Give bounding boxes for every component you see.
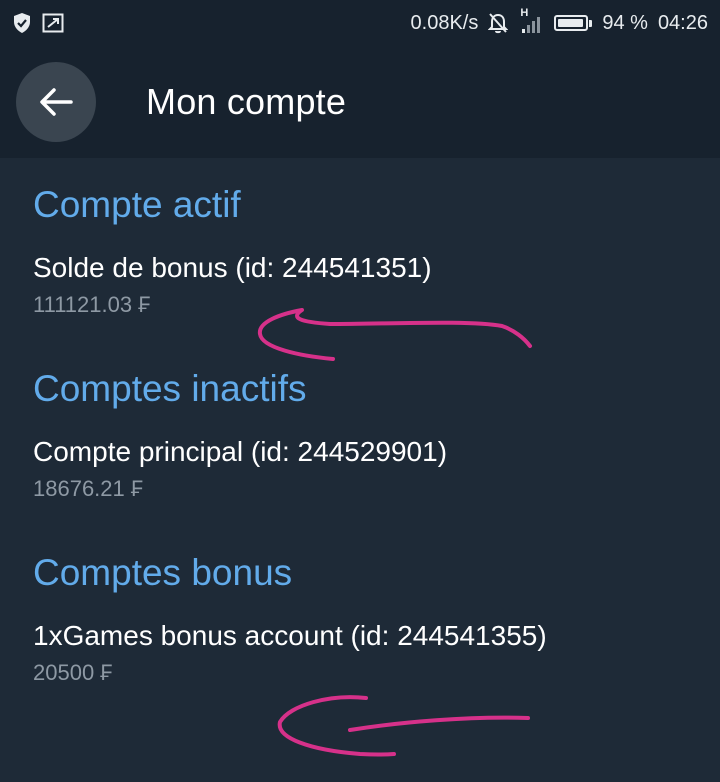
app-bar: Mon compte xyxy=(0,46,720,158)
account-balance: 18676.21 ₣ xyxy=(33,476,144,501)
bell-off-icon xyxy=(488,12,509,34)
section-heading-inactive: Comptes inactifs xyxy=(33,368,307,409)
battery-percent: 94 % xyxy=(602,11,648,34)
status-right: 0.08K/s H 94 % 04:26 xyxy=(410,7,708,35)
account-name: Solde de bonus (id: 244541351) xyxy=(33,252,432,283)
signal-icon: H xyxy=(518,7,544,35)
page-title: Mon compte xyxy=(146,81,347,122)
account-balance: 111121.03 ₣ xyxy=(33,292,151,317)
section-heading-active: Compte actif xyxy=(33,184,241,225)
network-type: H xyxy=(520,7,529,19)
battery-fill xyxy=(558,19,583,27)
account-item-1xgames-bonus[interactable]: 1xGames bonus account (id: 244541355) 20… xyxy=(33,622,547,684)
account-item-bonus-balance[interactable]: Solde de bonus (id: 244541351) 111121.03… xyxy=(33,254,432,316)
section-heading-bonus: Comptes bonus xyxy=(33,552,293,593)
account-name: Compte principal (id: 244529901) xyxy=(33,436,448,467)
clock: 04:26 xyxy=(657,11,708,34)
shield-icon xyxy=(12,12,32,34)
battery-icon xyxy=(554,15,593,31)
account-list: Compte actif Solde de bonus (id: 2445413… xyxy=(0,158,720,782)
account-item-main-account[interactable]: Compte principal (id: 244529901) 18676.2… xyxy=(33,438,447,500)
arrow-left-icon xyxy=(38,86,74,118)
account-balance: 20500 ₣ xyxy=(33,660,113,685)
back-button[interactable] xyxy=(16,62,96,142)
status-left xyxy=(12,12,64,34)
account-name: 1xGames bonus account (id: 244541355) xyxy=(33,620,547,651)
status-bar: 0.08K/s H 94 % 04:26 xyxy=(0,0,720,46)
network-speed: 0.08K/s xyxy=(410,11,479,34)
screen-cast-icon xyxy=(42,13,64,33)
